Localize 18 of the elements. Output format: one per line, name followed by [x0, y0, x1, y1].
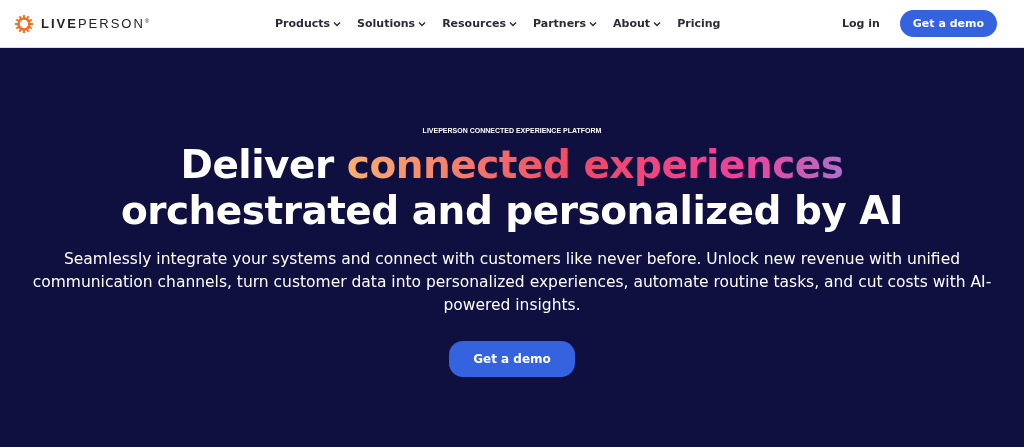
- hero-heading: Deliver connected experiences orchestrated and personalized by AI: [120, 142, 904, 234]
- chevron-down-icon: [653, 20, 662, 27]
- logo-icon: [15, 14, 33, 33]
- demo-button[interactable]: Get a demo: [449, 341, 575, 377]
- logo-text[interactable]: LIVEPERSON$^{®}$: [41, 16, 150, 31]
- chevron-down-icon: [508, 20, 517, 27]
- nav-item[interactable]: Products: [275, 17, 342, 30]
- nav-item[interactable]: About: [613, 17, 662, 30]
- chevron-down-icon: [589, 20, 598, 27]
- nav-item[interactable]: Partners: [532, 17, 598, 30]
- chevron-down-icon: [418, 20, 427, 27]
- demo-button[interactable]: Get a demo: [899, 10, 997, 37]
- chevron-down-icon: [333, 20, 342, 27]
- nav-item[interactable]: Solutions: [357, 17, 427, 30]
- nav-item[interactable]: Pricing: [677, 17, 721, 30]
- hero-description: Seamlessly integrate your systems and connect with customers like never before. Unlock new revenue with unified communication channels, turn customer data into personalized experiences, automate routine tasks, and cut costs with AI-powered insights.: [32, 249, 992, 316]
- login-link[interactable]: Log in: [841, 17, 880, 30]
- nav-item[interactable]: Resources: [442, 17, 517, 30]
